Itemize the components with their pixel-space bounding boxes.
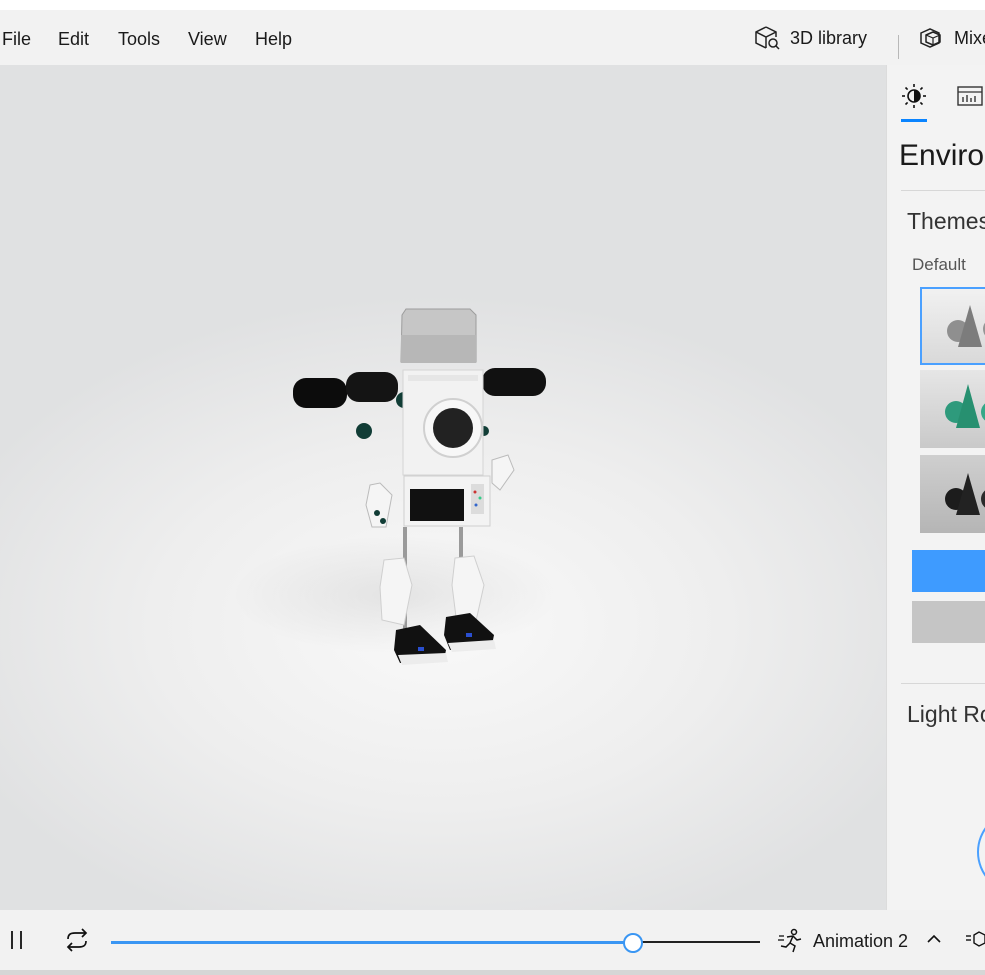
title-strip [0, 0, 985, 10]
stats-grid-icon [957, 86, 983, 106]
active-tab-indicator [901, 119, 927, 122]
cube-search-icon [755, 26, 780, 50]
apply-theme-button[interactable] [912, 550, 985, 592]
theme-dark-shapes [945, 473, 985, 515]
secondary-theme-button[interactable] [912, 601, 985, 643]
robot-left-arm [293, 372, 398, 408]
mixed-reality-icon [920, 28, 941, 48]
robot-head [400, 308, 477, 363]
timeline-remaining-track [633, 941, 760, 943]
overflow-button[interactable] [965, 928, 985, 955]
animation-bar: Animation 2 [0, 910, 985, 970]
menu-tools[interactable]: Tools [118, 29, 160, 50]
mixed-reality-button[interactable]: Mixe [918, 24, 985, 52]
environment-panel: Environ Themes Default Light Ro [886, 65, 985, 910]
tab-environment[interactable] [901, 83, 927, 114]
timeline-thumb[interactable] [623, 933, 644, 953]
mixed-reality-label: Mixe [954, 27, 985, 48]
theme-dark-thumbnail[interactable] [920, 455, 985, 533]
robot-shoes [394, 613, 496, 665]
menu-bar: File Edit Tools View Help 3D library Mix… [0, 10, 985, 65]
panel-divider-top [901, 190, 985, 191]
window-bottom-edge [0, 970, 985, 975]
tab-stats[interactable] [957, 83, 983, 114]
robot-torso-washer [402, 369, 484, 476]
light-rotation-heading: Light Ro [907, 701, 985, 727]
panel-divider-mid [901, 683, 985, 684]
light-rotation-dial[interactable] [977, 810, 985, 894]
theme-default-shapes [947, 305, 985, 347]
animation-name[interactable]: Animation 2 [813, 931, 908, 952]
robot-model[interactable] [0, 65, 886, 910]
themes-heading: Themes [907, 208, 985, 234]
animation-selector[interactable] [778, 928, 804, 959]
pause-icon [11, 931, 22, 949]
list-cube-icon [966, 931, 985, 947]
menu-separator [898, 35, 899, 59]
loop-icon [66, 928, 88, 952]
menu-edit[interactable]: Edit [58, 29, 89, 50]
timeline-played-track [111, 941, 632, 944]
theme-default-thumbnail[interactable] [920, 287, 985, 365]
theme-teal-thumbnail[interactable] [920, 370, 985, 448]
loop-button[interactable] [63, 926, 91, 959]
expand-animation-button[interactable] [925, 930, 943, 953]
3d-library-button[interactable]: 3D library [754, 24, 867, 52]
pause-button[interactable] [8, 928, 26, 957]
3d-library-label: 3D library [790, 27, 868, 48]
menu-file[interactable]: File [2, 29, 31, 50]
themes-subhead: Default [912, 255, 966, 274]
theme-teal-shapes [945, 384, 985, 428]
running-figure-icon [778, 928, 802, 953]
robot-right-arm [482, 368, 546, 396]
3d-viewport[interactable] [0, 65, 886, 910]
panel-title: Environ [899, 139, 985, 172]
chevron-up-icon [927, 934, 941, 943]
menu-help[interactable]: Help [255, 29, 292, 50]
sun-icon [902, 84, 926, 108]
robot-microwave [403, 475, 491, 527]
menu-view[interactable]: View [188, 29, 227, 50]
